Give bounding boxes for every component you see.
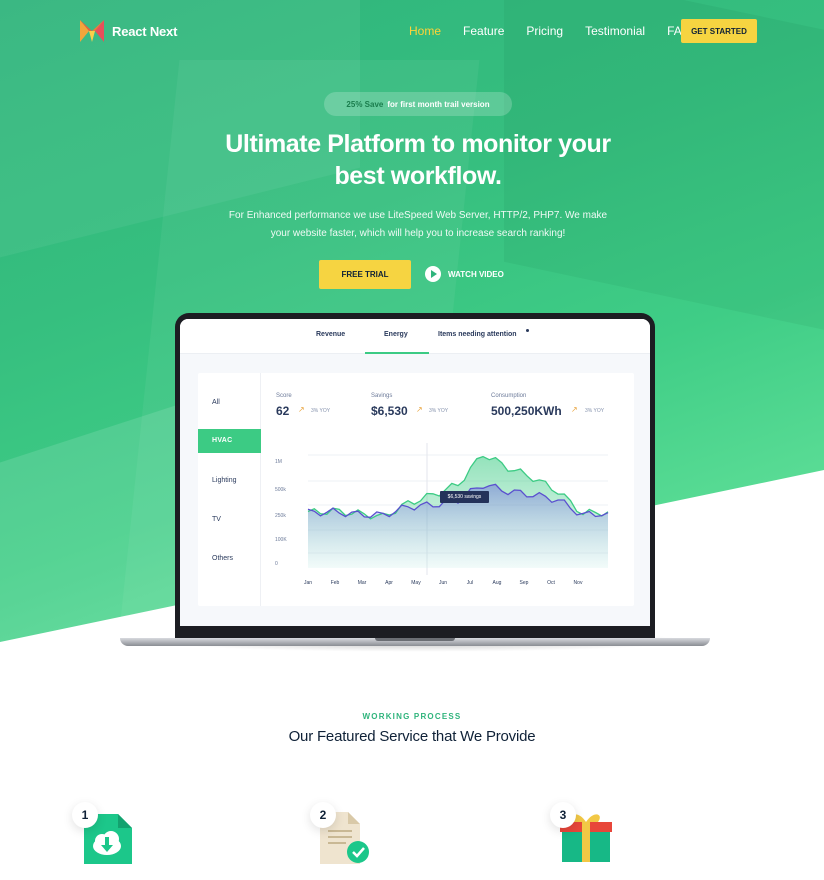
category-tv[interactable]: TV [212,516,221,523]
watch-video-button[interactable]: WATCH VIDEO [425,266,504,282]
category-list: All HVAC Lighting TV Others [198,373,261,606]
y-tick-label: 1M [275,459,282,465]
trend-up-icon: ↗ [571,405,578,414]
active-tab-indicator [365,352,429,354]
section-tag: WORKING PROCESS [362,712,462,721]
main-menu: Home Feature Pricing Testimonial FAQ [409,24,691,38]
x-tick-label: Aug [493,580,502,586]
nav-home[interactable]: Home [409,24,441,38]
brand-logo[interactable]: React Next [80,20,177,42]
hero-title-line: Ultimate Platform to monitor your [225,130,611,158]
stat-value: 500,250KWh [491,404,562,418]
category-hvac[interactable]: HVAC [198,429,261,453]
brand-name: React Next [112,23,178,39]
stat-yoy: 3% YOY [429,408,449,414]
notification-dot [526,329,529,332]
tab-revenue[interactable]: Revenue [316,331,345,338]
service-item: 1 [72,800,152,880]
x-tick-label: May [411,580,421,586]
hero-title: Ultimate Platform to monitor your best w… [150,128,686,192]
x-tick-label: Apr [385,580,393,586]
tab-items-attention[interactable]: Items needing attention [438,331,517,338]
x-tick-label: Nov [574,580,583,586]
category-others[interactable]: Others [212,555,233,562]
x-tick-label: Sep [520,580,529,586]
stat-label: Savings [371,393,393,399]
hero-subtitle-line: For Enhanced performance we use LiteSpee… [228,210,608,221]
trend-up-icon: ↗ [298,405,305,414]
category-all[interactable]: All [212,399,220,406]
dashboard-screen: Revenue Energy Items needing attention A… [180,319,650,626]
y-tick-label: 0 [275,561,278,567]
promo-pill: 25% Save for first month trail version [324,92,512,116]
service-item: 2 [310,800,390,880]
trend-up-icon: ↗ [416,405,423,414]
x-tick-label: Mar [358,580,367,586]
section-title: Our Featured Service that We Provide [288,728,536,745]
react-next-logo-icon [80,20,104,42]
nav-pricing[interactable]: Pricing [526,24,563,38]
free-trial-button[interactable]: FREE TRIAL [319,260,411,289]
y-tick-label: 500k [275,487,286,493]
service-item: 3 [550,800,630,880]
get-started-button[interactable]: GET STARTED [681,19,757,43]
energy-chart: 1M 500k 250k 100K 0 Jan Feb Mar Apr May Jun Jul Aug S… [275,443,609,586]
stat-yoy: 3% YOY [311,408,331,414]
promo-text: for first month trail version [387,99,490,109]
hero-subtitle-line: your website faster, which will help you… [270,228,566,239]
category-label: HVAC [212,437,233,444]
step-number: 3 [550,802,576,828]
stat-label: Score [276,393,292,399]
dashboard-panel: All HVAC Lighting TV Others Score 62 ↗ 3… [198,373,634,606]
hero-subtitle: For Enhanced performance we use LiteSpee… [220,207,616,243]
play-icon [425,266,441,282]
nav-feature[interactable]: Feature [463,24,504,38]
watch-video-label: WATCH VIDEO [448,269,504,279]
y-tick-label: 250k [275,513,286,519]
hero-title-line: best workflow. [334,162,502,190]
x-tick-label: Jan [304,580,312,586]
x-tick-label: Feb [331,580,340,586]
stat-yoy: 3% YOY [585,408,605,414]
dashboard-tabs: Revenue Energy Items needing attention [180,319,650,354]
top-navbar: React Next Home Feature Pricing Testimon… [0,0,824,62]
stat-value: 62 [276,404,290,418]
promo-save: 25% Save [346,99,384,109]
chart-tooltip: $6,530 savings [440,491,489,503]
y-tick-label: 100K [275,537,287,543]
step-number: 2 [310,802,336,828]
stat-value: $6,530 [371,404,408,418]
x-tick-label: Oct [547,580,555,586]
x-tick-label: Jun [439,580,447,586]
laptop-notch [375,638,455,641]
step-number: 1 [72,802,98,828]
x-tick-label: Jul [467,580,473,586]
nav-testimonial[interactable]: Testimonial [585,24,645,38]
stat-label: Consumption [491,393,527,399]
tab-energy[interactable]: Energy [384,331,408,338]
category-lighting[interactable]: Lighting [212,477,237,484]
